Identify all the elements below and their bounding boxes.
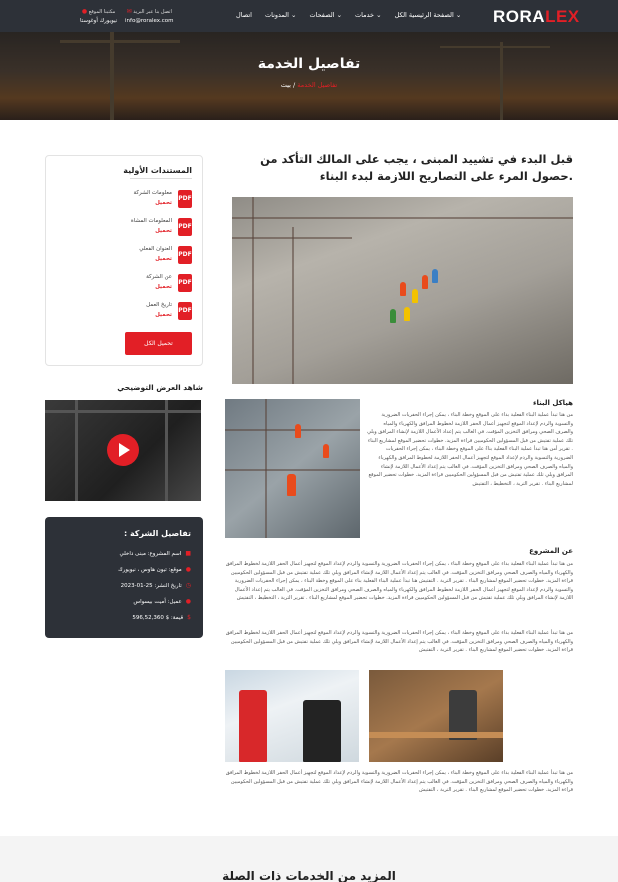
site-logo[interactable]: RORALEX bbox=[493, 7, 580, 27]
nav-item-pages[interactable]: الصفحات ⌄ bbox=[310, 11, 343, 19]
nav-item-services[interactable]: خدمات ⌄ bbox=[355, 11, 382, 19]
construction-site-photo bbox=[232, 197, 573, 384]
section-title-structures: هياكل البناء bbox=[532, 399, 573, 407]
download-link[interactable]: تحميل bbox=[155, 228, 172, 234]
download-all-button[interactable]: تحميل الكل bbox=[125, 332, 192, 355]
section-text: من هنا تبدأ عملية البناء الفعلية بداء عل… bbox=[225, 630, 573, 654]
engineers-photo bbox=[225, 670, 359, 762]
breadcrumb: تفاصيل الخدمة / بيت bbox=[280, 81, 338, 89]
documents-title: المستندات الأولية bbox=[123, 166, 192, 175]
user-icon: ● bbox=[185, 598, 191, 605]
hero-overlay bbox=[0, 32, 618, 120]
clock-icon: ◷ bbox=[185, 582, 191, 589]
top-header: RORALEX الصفحة الرئيسية الكل ⌄ خدمات ⌄ ا… bbox=[0, 0, 618, 32]
download-link[interactable]: تحميل bbox=[155, 284, 172, 290]
nav-item-home[interactable]: الصفحة الرئيسية الكل ⌄ bbox=[395, 11, 462, 19]
pdf-icon: PDF bbox=[178, 302, 192, 320]
briefcase-icon: ■ bbox=[185, 550, 191, 557]
hero-banner: تفاصيل الخدمة تفاصيل الخدمة / بيت bbox=[0, 32, 618, 120]
main-nav: الصفحة الرئيسية الكل ⌄ خدمات ⌄ الصفحات ⌄… bbox=[236, 11, 461, 19]
download-link[interactable]: تحميل bbox=[155, 200, 172, 206]
company-details-title: : تفاصيل الشركة bbox=[123, 529, 191, 538]
document-item[interactable]: PDF معلومات الشركة تحميل bbox=[122, 189, 192, 211]
client-row: ● عميل: أميت بيسواس bbox=[133, 598, 191, 605]
related-services-title: المزيد من الخدمات ذات الصلة bbox=[222, 869, 396, 882]
nav-item-contact[interactable]: اتصال bbox=[236, 11, 252, 19]
document-item[interactable]: PDF المعلومات المشاة تحميل bbox=[122, 217, 192, 239]
contact-location[interactable]: ● مكتبنا الموقع نيويورك أوغوستا bbox=[80, 7, 117, 26]
document-item[interactable]: PDF العنوان الفعلي تحميل bbox=[122, 245, 192, 267]
pdf-icon: PDF bbox=[178, 218, 192, 236]
title-divider bbox=[130, 178, 192, 179]
pdf-icon: PDF bbox=[178, 274, 192, 292]
dollar-icon: $ bbox=[187, 614, 191, 621]
nav-item-blogs[interactable]: المدونات ⌄ bbox=[265, 11, 297, 19]
mail-icon: ✉ bbox=[126, 8, 132, 15]
documents-card: المستندات الأولية PDF معلومات الشركة تحم… bbox=[45, 155, 203, 366]
company-details-card: : تفاصيل الشركة ■ اسم المشروع: مبنى داخلي… bbox=[45, 517, 203, 638]
date-row: ◷ تاريخ النشر: 25-01-2023 bbox=[120, 582, 191, 589]
breadcrumb-current: تفاصيل الخدمة bbox=[297, 81, 338, 89]
page-title: تفاصيل الخدمة bbox=[257, 56, 361, 72]
location-pin-icon: ● bbox=[81, 8, 88, 15]
video-title: شاهد العرض التوضيحي bbox=[117, 383, 203, 392]
pdf-icon: PDF bbox=[178, 246, 192, 264]
document-item[interactable]: PDF عن الشركة تحميل bbox=[122, 273, 192, 295]
section-text: من هنا تبدأ عملية البناء الفعلية بداء عل… bbox=[225, 561, 573, 602]
section-text: من هنا تبدأ عملية البناء الفعلية بداء عل… bbox=[367, 412, 573, 487]
download-link[interactable]: تحميل bbox=[155, 312, 172, 318]
project-name-row: ■ اسم المشروع: مبنى داخلي bbox=[119, 550, 191, 557]
section-title-project: عن المشروع bbox=[529, 547, 573, 555]
demo-video[interactable] bbox=[45, 400, 201, 501]
article-title: قبل البدء في تشييد المبنى ، يجب على الما… bbox=[260, 152, 573, 183]
location-row: ● موقع: تيون هاوس ، نيويورك bbox=[118, 566, 191, 573]
pdf-icon: PDF bbox=[178, 190, 192, 208]
document-item[interactable]: PDF تاريخ العمل تحميل bbox=[122, 301, 192, 323]
breadcrumb-home[interactable]: بيت bbox=[281, 81, 291, 89]
contact-email[interactable]: ✉ اتصل بنا عبر البريد info@roralex.com bbox=[125, 7, 174, 26]
carpenter-photo bbox=[369, 670, 503, 762]
download-link[interactable]: تحميل bbox=[155, 256, 172, 262]
location-pin-icon: ● bbox=[185, 566, 191, 573]
section-text: من هنا تبدأ عملية البناء الفعلية بداء عل… bbox=[225, 770, 573, 794]
workers-photo bbox=[225, 399, 360, 538]
value-row: $ قيمة: $ 596,52,360 bbox=[132, 614, 191, 621]
play-button[interactable] bbox=[107, 434, 139, 466]
